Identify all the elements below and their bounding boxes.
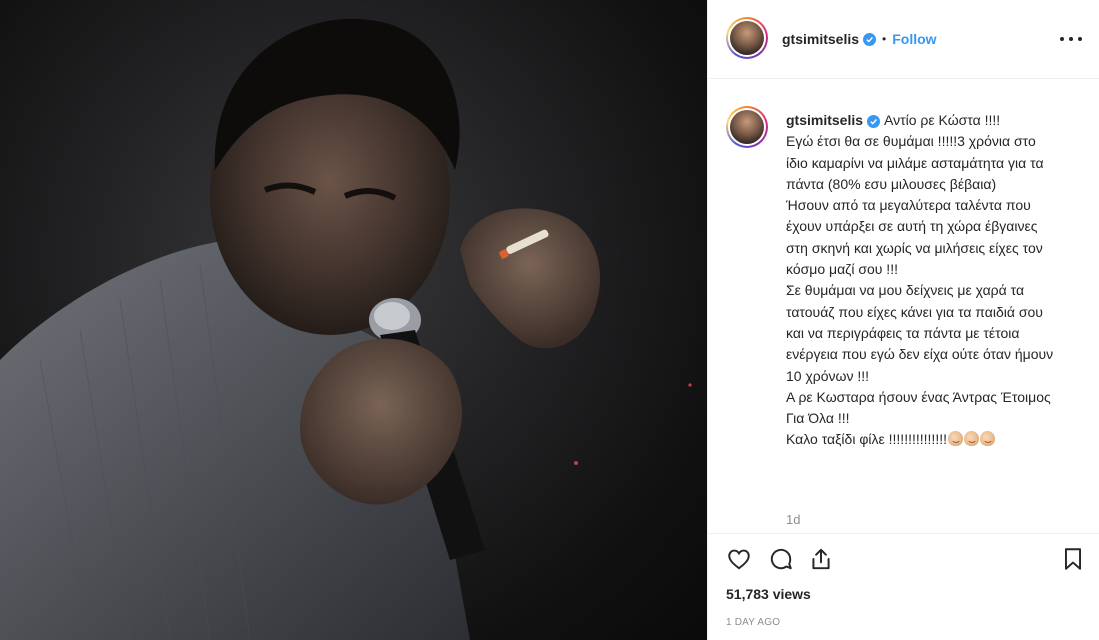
post-actions: 51,783 views 1 day ago <box>708 533 1099 640</box>
separator-dot: • <box>882 32 887 46</box>
post-details-panel: gtsimitselis • Follow gtsimitselis Αντίο … <box>707 0 1099 640</box>
post-header: gtsimitselis • Follow <box>708 0 1099 79</box>
caption-line: Αντίο ρε Κώστα !!!! <box>884 112 1001 128</box>
flexed-biceps-icon <box>980 431 995 447</box>
post-caption: gtsimitselis Αντίο ρε Κώστα !!!! Εγώ έτσι… <box>786 110 1061 451</box>
follow-button[interactable]: Follow <box>892 31 936 47</box>
caption-line: Καλο ταξίδι φίλε !!!!!!!!!!!!!!! <box>786 431 947 448</box>
caption-line: Σε θυμάμαι να μου δείχνεις με χαρά τα τα… <box>786 282 1054 384</box>
caption-timestamp[interactable]: 1d <box>786 512 800 527</box>
flexed-biceps-icon <box>948 431 963 447</box>
view-count[interactable]: 51,783 views <box>726 586 811 602</box>
more-options-icon[interactable] <box>1060 28 1082 50</box>
caption-avatar[interactable] <box>726 106 768 148</box>
comments-area[interactable]: gtsimitselis Αντίο ρε Κώστα !!!! Εγώ έτσι… <box>708 80 1099 532</box>
caption-line: Εγώ έτσι θα σε θυμάμαι !!!!!3 χρόνια στο… <box>786 133 1044 192</box>
share-icon[interactable] <box>808 546 834 572</box>
post-video[interactable] <box>0 0 707 640</box>
bookmark-icon[interactable] <box>1060 546 1086 572</box>
post-timestamp[interactable]: 1 day ago <box>726 617 780 628</box>
verified-badge-icon <box>863 32 877 46</box>
verified-badge-icon <box>867 115 881 128</box>
caption-username-link[interactable]: gtsimitselis <box>786 112 863 128</box>
caption-line: Α ρε Κωσταρα ήσουν ένας Άντρας Έτοιμος Γ… <box>786 388 1051 427</box>
caption-line: Ήσουν από τα μεγαλύτερα ταλέντα που έχου… <box>786 197 1043 278</box>
avatar[interactable] <box>726 17 768 59</box>
comment-icon[interactable] <box>768 546 794 572</box>
heart-icon[interactable] <box>726 546 752 572</box>
flexed-biceps-icon <box>964 431 979 447</box>
header-name-row: gtsimitselis • Follow <box>782 30 937 48</box>
video-frame-image <box>0 18 692 640</box>
username-link[interactable]: gtsimitselis <box>782 31 859 47</box>
